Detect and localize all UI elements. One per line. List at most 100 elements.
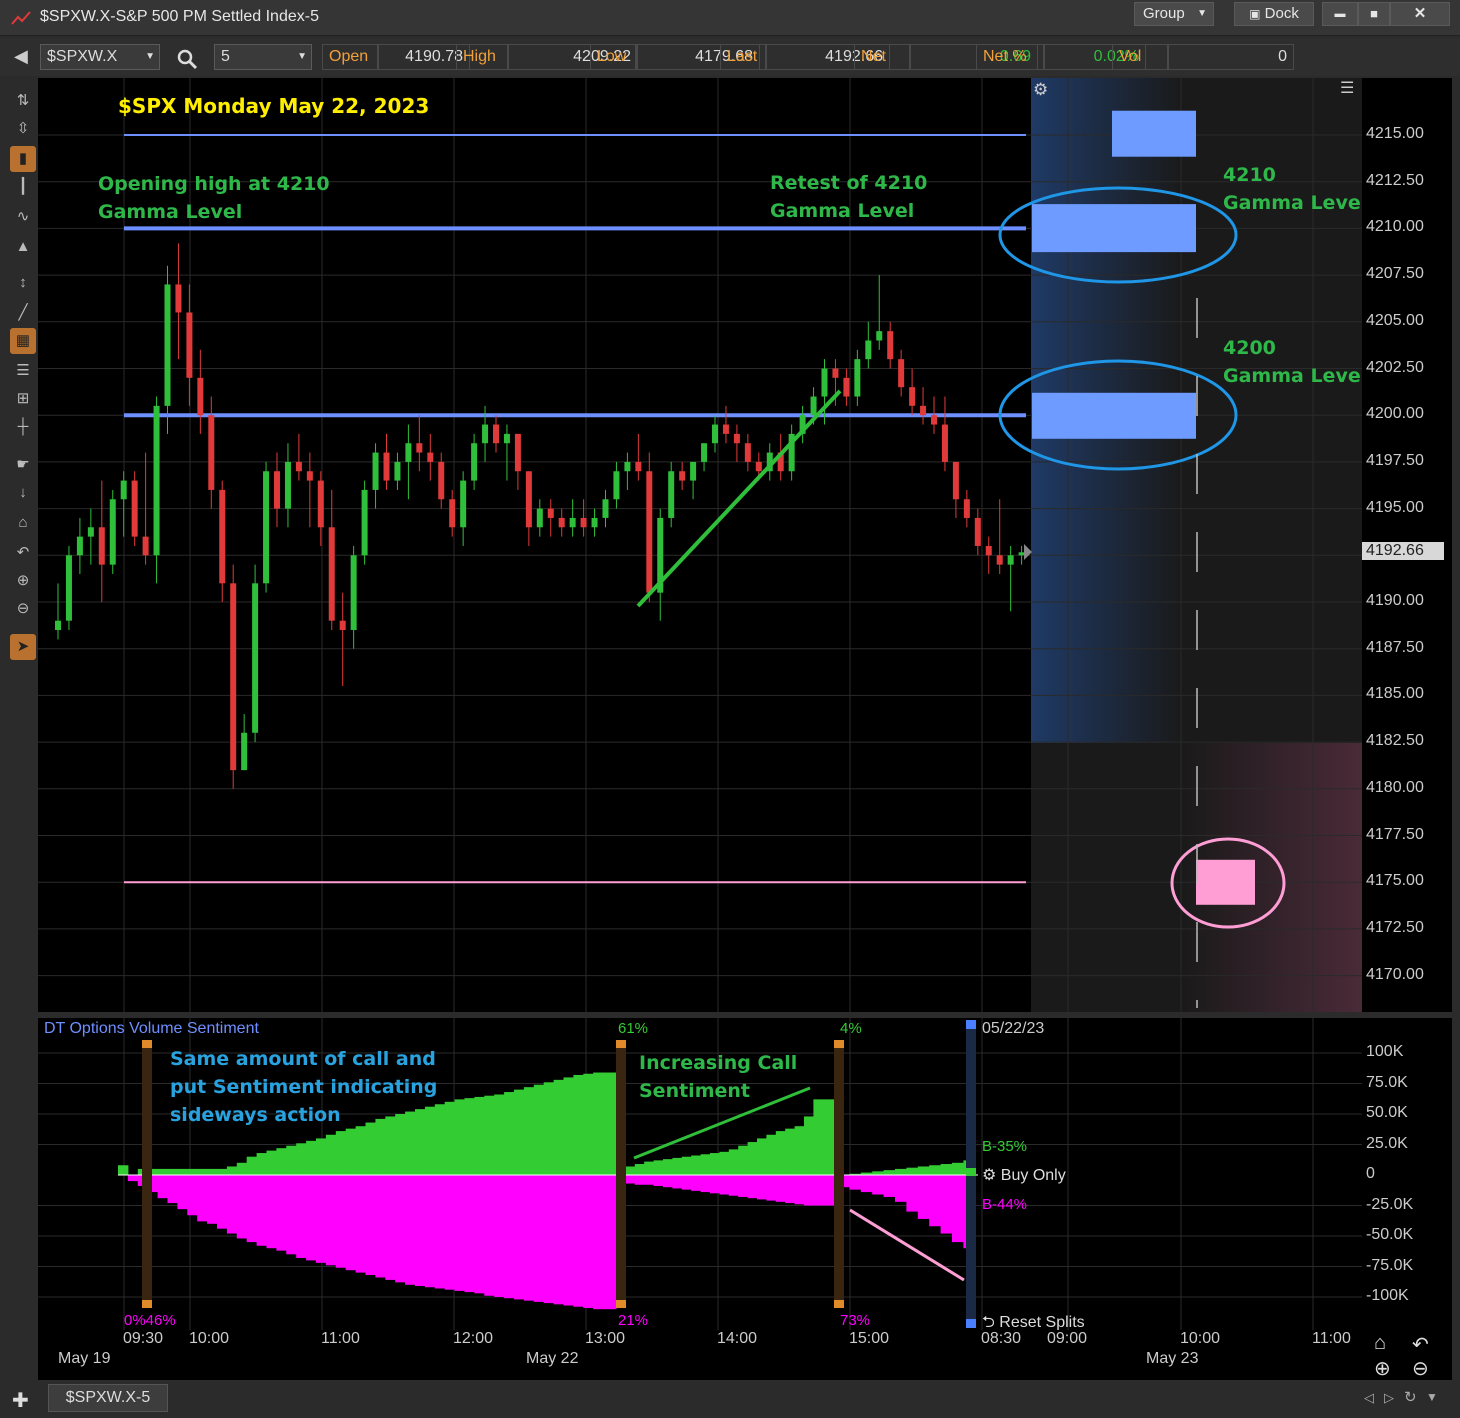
call-bar bbox=[533, 1084, 545, 1175]
horizontal-line-icon[interactable]: ┼ bbox=[10, 414, 36, 440]
candle-body bbox=[941, 424, 948, 462]
line-chart-icon[interactable]: ∿ bbox=[10, 204, 36, 230]
put-bar bbox=[710, 1175, 720, 1194]
home-icon[interactable]: ⌂ bbox=[10, 510, 36, 536]
chevron-down-icon[interactable]: ▼ bbox=[297, 45, 307, 69]
candle-body bbox=[208, 415, 215, 490]
candle-body bbox=[821, 368, 828, 397]
buy-only-toggle[interactable]: ⚙ Buy Only bbox=[982, 1165, 1066, 1185]
cursor-tool-icon[interactable]: ⇳ bbox=[10, 116, 36, 142]
home-icon[interactable]: ⌂ bbox=[1374, 1332, 1386, 1355]
refresh-icon[interactable]: ↻ bbox=[1404, 1388, 1417, 1406]
put-bar bbox=[127, 1175, 139, 1182]
candle-body bbox=[55, 620, 61, 631]
candle-body bbox=[317, 480, 324, 528]
pointer-icon[interactable]: ☛ bbox=[10, 452, 36, 478]
today-marker-cap bbox=[966, 1020, 976, 1029]
call-bar bbox=[316, 1138, 327, 1175]
candle-body bbox=[646, 471, 653, 593]
put-bar bbox=[663, 1175, 673, 1188]
minimize-button[interactable]: ▬ bbox=[1322, 2, 1358, 26]
window-title: $SPXW.X-S&P 500 PM Settled Index-5 bbox=[40, 8, 319, 25]
call-bar bbox=[434, 1104, 446, 1175]
session-marker-cap bbox=[142, 1300, 152, 1308]
quote-label: Low bbox=[590, 44, 636, 70]
put-bar bbox=[804, 1175, 814, 1206]
table-icon[interactable]: ☰ bbox=[10, 358, 36, 384]
price-tick-label: 4202.50 bbox=[1366, 358, 1424, 376]
price-chart[interactable]: $SPX Monday May 22, 2023 Opening high at… bbox=[38, 78, 1362, 1012]
zoom-in-icon[interactable]: ⊕ bbox=[1374, 1356, 1391, 1381]
candle-body bbox=[679, 471, 686, 481]
tab-menu-icon[interactable]: ▼ bbox=[1426, 1390, 1438, 1404]
layout-icon[interactable]: ⊞ bbox=[10, 386, 36, 412]
put-bar bbox=[187, 1175, 198, 1216]
put-bar bbox=[940, 1175, 953, 1234]
sentiment-indicator-panel[interactable]: DT Options Volume Sentiment 05/22/23 61%… bbox=[38, 1018, 1362, 1330]
put-bar bbox=[197, 1175, 208, 1222]
candle-body bbox=[985, 545, 992, 556]
undo-icon[interactable]: ↶ bbox=[1412, 1332, 1429, 1357]
call-bar bbox=[700, 1154, 711, 1175]
candle-body bbox=[744, 443, 751, 462]
put-bar bbox=[691, 1175, 702, 1191]
time-tick-label: 14:00 bbox=[717, 1330, 758, 1347]
session-marker-cap bbox=[616, 1300, 626, 1308]
put-bar bbox=[464, 1175, 475, 1293]
scroll-left-icon[interactable]: ◁ bbox=[1364, 1390, 1374, 1406]
put-bar bbox=[849, 1175, 862, 1190]
time-tick-label: 09:30 bbox=[123, 1330, 164, 1347]
call-bar bbox=[747, 1142, 758, 1175]
zoom-in-icon[interactable]: ⊕ bbox=[10, 568, 36, 594]
area-chart-icon[interactable]: ▲ bbox=[10, 234, 36, 260]
call-bar bbox=[653, 1160, 664, 1175]
settings-gear-icon[interactable]: ⚙ bbox=[1033, 80, 1048, 100]
sentiment-tick-label: -50.0K bbox=[1366, 1226, 1414, 1243]
back-arrow-icon[interactable]: ◀ bbox=[14, 46, 28, 67]
call-bar bbox=[794, 1126, 805, 1175]
put-bar bbox=[719, 1175, 730, 1195]
chevron-down-icon[interactable]: ▼ bbox=[145, 45, 155, 69]
candle-body bbox=[931, 415, 937, 425]
last-price-tag: 4192.66 bbox=[1362, 542, 1444, 561]
put-bar bbox=[563, 1175, 574, 1306]
zoom-out-icon[interactable]: ⊖ bbox=[10, 596, 36, 622]
put-bar bbox=[236, 1175, 248, 1239]
scroll-right-icon[interactable]: ▷ bbox=[1384, 1390, 1394, 1406]
call-bar bbox=[464, 1098, 475, 1175]
draw-line-icon[interactable]: ╱ bbox=[10, 300, 36, 326]
search-icon[interactable] bbox=[176, 48, 198, 70]
candle-body bbox=[1007, 555, 1014, 565]
symbol-input[interactable]: $SPXW.X ▼ bbox=[40, 44, 160, 70]
zoom-out-icon[interactable]: ⊖ bbox=[1412, 1356, 1429, 1381]
call-bar bbox=[375, 1118, 386, 1175]
auto-scale-icon[interactable]: ↕ bbox=[10, 270, 36, 296]
dock-button[interactable]: ▣ Dock bbox=[1234, 2, 1314, 26]
candle-body bbox=[427, 452, 434, 462]
put-bar bbox=[533, 1175, 545, 1302]
interval-input[interactable]: 5 ▼ bbox=[214, 44, 312, 70]
candle-body bbox=[580, 517, 587, 528]
candle-body bbox=[547, 508, 554, 518]
small-arrow-icon[interactable]: ↓ bbox=[10, 480, 36, 506]
add-tab-icon[interactable]: ✚ bbox=[12, 1388, 29, 1413]
retest-annotation: Retest of 4210 bbox=[770, 172, 928, 194]
select-arrow-icon[interactable]: ➤ bbox=[10, 634, 36, 660]
tab-spxw[interactable]: $SPXW.X-5 bbox=[48, 1384, 168, 1412]
candle-body bbox=[186, 312, 193, 378]
group-dropdown[interactable]: Group ▼ bbox=[1134, 2, 1214, 26]
candlestick-icon[interactable]: ▮ bbox=[10, 146, 36, 172]
put-bar bbox=[385, 1175, 396, 1280]
candle-body bbox=[558, 517, 565, 528]
bar-chart-icon[interactable]: ┃ bbox=[10, 174, 36, 200]
session-marker-bar bbox=[142, 1040, 152, 1308]
menu-icon[interactable]: ☰ bbox=[1340, 78, 1354, 98]
candle-body bbox=[536, 508, 543, 528]
grid-icon[interactable]: ▦ bbox=[10, 328, 36, 354]
undo-icon[interactable]: ↶ bbox=[10, 540, 36, 566]
maximize-button[interactable]: ■ bbox=[1358, 2, 1390, 26]
crosshair-tool-icon[interactable]: ⇅ bbox=[10, 88, 36, 114]
reset-splits-button[interactable]: ⮌ Reset Splits bbox=[982, 1311, 1085, 1330]
put-bar bbox=[494, 1175, 505, 1297]
close-button[interactable]: ✕ bbox=[1390, 2, 1450, 26]
